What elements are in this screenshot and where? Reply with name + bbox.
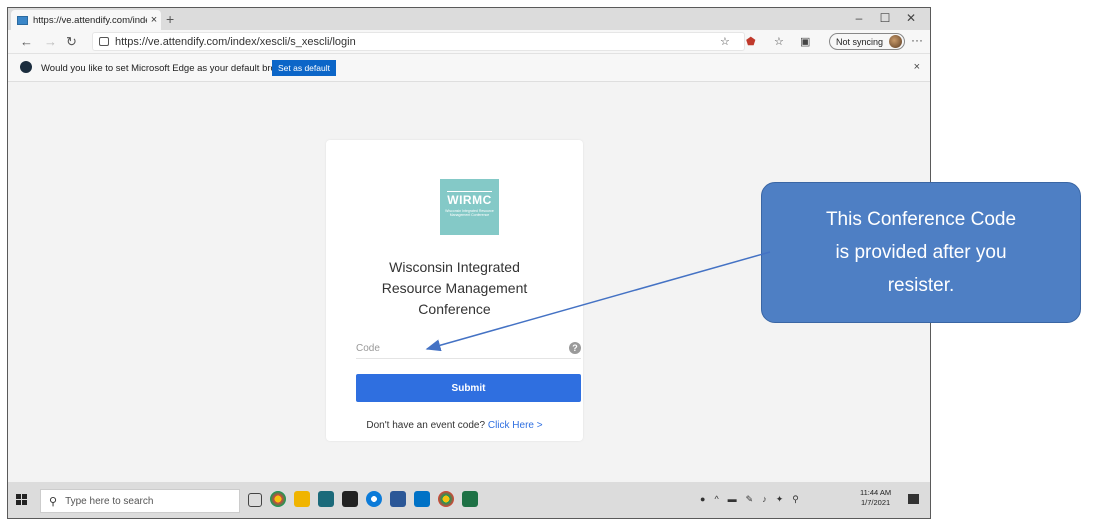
click-here-label: Click Here xyxy=(487,420,534,431)
dropbox-icon[interactable]: ✦ xyxy=(776,494,784,505)
task-view-icon[interactable] xyxy=(248,493,262,507)
login-card: WIRMC Wisconsin Integrated Resource Mana… xyxy=(326,140,583,441)
lock-icon xyxy=(99,37,109,46)
infobar-close-icon[interactable]: × xyxy=(914,61,920,73)
search-placeholder: Type here to search xyxy=(65,495,154,507)
conference-name: Wisconsin Integrated Resource Management… xyxy=(326,257,583,320)
file-explorer-icon[interactable] xyxy=(294,491,310,507)
chevron-right-icon: > xyxy=(536,420,543,431)
favorite-star-icon[interactable]: ☆ xyxy=(720,35,730,48)
shield-extension-icon[interactable]: ⬟ xyxy=(746,35,756,48)
conference-name-line2: Resource Management xyxy=(381,280,528,296)
window-controls: – ☐ ✕ xyxy=(846,11,924,25)
network-icon[interactable]: ⚲ xyxy=(792,494,799,505)
minimize-button[interactable]: – xyxy=(846,11,872,25)
avatar xyxy=(889,35,902,48)
submit-button[interactable]: Submit xyxy=(356,374,581,402)
chrome-icon[interactable] xyxy=(270,491,286,507)
excel-icon[interactable] xyxy=(462,491,478,507)
address-bar[interactable]: https://ve.attendify.com/index/xescli/s_… xyxy=(92,32,745,51)
wirmc-logo: WIRMC Wisconsin Integrated Resource Mana… xyxy=(440,179,499,235)
pinned-apps xyxy=(248,491,478,507)
store-icon[interactable] xyxy=(342,491,358,507)
outlook-icon[interactable] xyxy=(414,491,430,507)
navigation-bar: ← → ↻ https://ve.attendify.com/index/xes… xyxy=(8,30,930,54)
app-icon[interactable] xyxy=(318,491,334,507)
conference-name-line3: Conference xyxy=(418,301,491,317)
edge-icon[interactable] xyxy=(366,491,382,507)
maximize-button[interactable]: ☐ xyxy=(872,11,898,25)
forward-arrow-icon[interactable]: → xyxy=(44,34,57,49)
code-input[interactable] xyxy=(356,343,556,354)
click-here-link[interactable]: Click Here > xyxy=(488,420,543,431)
volume-icon[interactable]: ♪ xyxy=(762,494,767,505)
tab-bar: https://ve.attendify.com/index/xesc × + … xyxy=(8,8,930,30)
chrome-alt-icon[interactable] xyxy=(438,491,454,507)
conference-name-line1: Wisconsin Integrated xyxy=(389,259,520,275)
people-icon[interactable]: ● xyxy=(700,494,705,505)
no-code-text: Don't have an event code? xyxy=(366,420,486,431)
help-icon[interactable]: ? xyxy=(569,342,581,354)
browser-tab[interactable]: https://ve.attendify.com/index/xesc × xyxy=(11,10,161,30)
logo-subtitle: Wisconsin Integrated Resource Management… xyxy=(445,209,494,217)
tab-title: https://ve.attendify.com/index/xesc xyxy=(33,14,147,26)
annotation-callout: This Conference Code is provided after y… xyxy=(761,182,1081,323)
logo-title: WIRMC xyxy=(447,191,492,207)
pen-icon[interactable]: ✎ xyxy=(746,494,754,505)
back-arrow-icon[interactable]: ← xyxy=(20,34,33,49)
new-tab-button[interactable]: + xyxy=(166,11,174,27)
code-field: ? xyxy=(356,338,581,359)
word-icon[interactable] xyxy=(390,491,406,507)
refresh-icon[interactable]: ↻ xyxy=(66,34,77,50)
set-default-button[interactable]: Set as default xyxy=(272,60,336,76)
search-icon: ⚲ xyxy=(49,495,58,508)
default-browser-infobar: Would you like to set Microsoft Edge as … xyxy=(8,54,930,82)
callout-line1: This Conference Code xyxy=(825,209,1017,230)
more-menu-icon[interactable]: ··· xyxy=(911,33,923,47)
favorites-list-icon[interactable]: ☆ xyxy=(774,35,784,48)
edge-logo-icon xyxy=(20,61,32,73)
favicon-icon xyxy=(17,15,28,25)
battery-icon[interactable]: ▬ xyxy=(728,494,737,505)
chevron-up-icon[interactable]: ^ xyxy=(714,494,718,505)
profile-sync-button[interactable]: Not syncing xyxy=(829,33,905,50)
taskbar-search-box[interactable]: ⚲ Type here to search xyxy=(40,489,240,513)
tab-close-icon[interactable]: × xyxy=(147,14,161,26)
callout-line2: is provided after you xyxy=(835,242,1007,263)
infobar-message: Would you like to set Microsoft Edge as … xyxy=(41,63,302,74)
windows-start-icon[interactable] xyxy=(16,494,27,505)
system-tray: ● ^ ▬ ✎ ♪ ✦ ⚲ xyxy=(700,494,799,505)
callout-line3: resister. xyxy=(887,275,955,296)
notification-icon[interactable] xyxy=(908,494,919,504)
taskbar-clock[interactable]: 11:44 AM 1/7/2021 xyxy=(860,488,891,508)
clock-time: 11:44 AM xyxy=(860,488,892,497)
url-text: https://ve.attendify.com/index/xescli/s_… xyxy=(115,35,356,48)
windows-taskbar: ⚲ Type here to search ● ^ ▬ ✎ ♪ ✦ ⚲ 11:4… xyxy=(8,482,930,518)
no-code-prompt: Don't have an event code? Click Here > xyxy=(326,420,583,431)
close-window-button[interactable]: ✕ xyxy=(898,11,924,25)
sync-label: Not syncing xyxy=(836,36,884,47)
clock-date: 1/7/2021 xyxy=(860,498,891,507)
collections-icon[interactable]: ▣ xyxy=(800,35,810,48)
